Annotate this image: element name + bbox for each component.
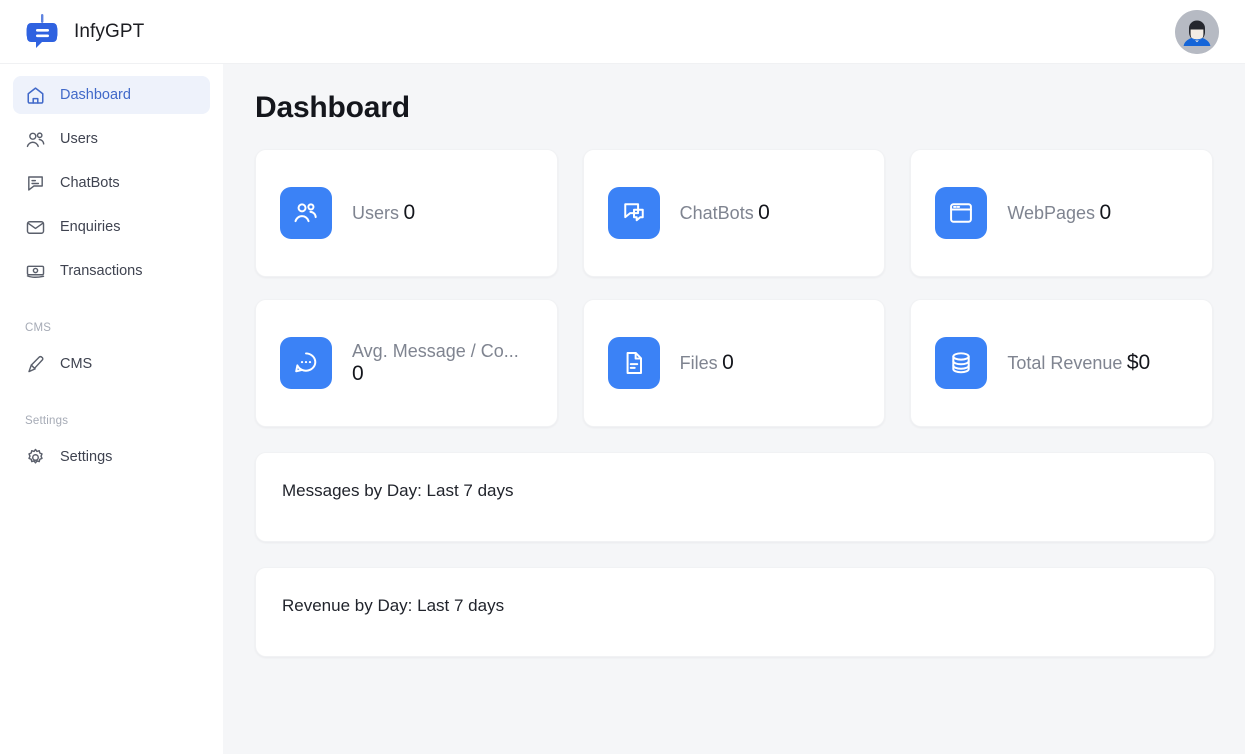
sidebar-item-chatbots[interactable]: ChatBots — [13, 164, 210, 202]
home-icon — [25, 85, 46, 106]
sidebar-section-cms: CMS — [25, 322, 52, 334]
sidebar-section-settings: Settings — [25, 415, 69, 427]
revenue-by-day-panel: Revenue by Day: Last 7 days — [255, 567, 1215, 657]
sidebar-item-label: Settings — [60, 449, 113, 465]
top-bar: InfyGPT — [0, 0, 1245, 64]
users-icon — [280, 187, 332, 239]
stat-card-label: Files — [679, 353, 718, 373]
stat-card-label: Avg. Message / Co... — [352, 340, 519, 361]
gear-icon — [25, 447, 46, 468]
file-document-icon — [607, 337, 660, 389]
sidebar-item-label: Enquiries — [60, 219, 121, 235]
sidebar-item-dashboard[interactable]: Dashboard — [13, 76, 210, 114]
brand-name: InfyGPT — [74, 21, 145, 42]
sidebar-item-label: Transactions — [60, 263, 143, 279]
sidebar-item-label: CMS — [60, 356, 93, 372]
body-row: Dashboard Users ChatBots Enquiries Trans… — [0, 64, 1245, 754]
stat-card-value: 0 — [758, 201, 770, 224]
banknote-icon — [25, 261, 46, 282]
page-title: Dashboard — [255, 91, 410, 124]
database-coins-icon — [935, 337, 988, 389]
main-content: Dashboard Users 0 ChatBots 0 WebPages 0 … — [223, 64, 1245, 754]
stat-card-webpages[interactable]: WebPages 0 — [910, 149, 1213, 277]
panel-title: Revenue by Day: Last 7 days — [282, 596, 505, 615]
stat-card-users[interactable]: Users 0 — [255, 149, 558, 277]
stat-card-value: 0 — [722, 351, 734, 374]
chat-bubble-icon — [607, 187, 660, 239]
chatbot-logo-icon — [22, 12, 62, 52]
stat-card-label: ChatBots — [679, 203, 754, 223]
stat-card-files[interactable]: Files 0 — [582, 299, 886, 427]
sidebar-item-label: Dashboard — [60, 87, 131, 103]
stat-card-total-revenue[interactable]: Total Revenue $0 — [910, 299, 1213, 427]
browser-window-icon — [935, 187, 988, 239]
messages-by-day-panel: Messages by Day: Last 7 days — [255, 452, 1215, 542]
stat-card-value: 0 — [403, 201, 416, 224]
stat-card-label: Total Revenue — [1007, 353, 1123, 373]
sidebar-item-label: ChatBots — [60, 175, 120, 191]
sidebar-item-settings[interactable]: Settings — [13, 438, 210, 476]
stat-card-grid: Users 0 ChatBots 0 WebPages 0 Avg. Messa… — [255, 149, 1213, 427]
sidebar-item-enquiries[interactable]: Enquiries — [13, 208, 210, 246]
user-avatar-icon[interactable] — [1175, 10, 1219, 54]
stat-card-value: $0 — [1126, 351, 1151, 374]
stat-card-chatbots[interactable]: ChatBots 0 — [582, 149, 886, 277]
stat-card-value: 0 — [1099, 201, 1112, 224]
chat-dots-icon — [280, 337, 332, 389]
sidebar-item-users[interactable]: Users — [13, 120, 210, 158]
app-root: InfyGPT Dashboard Users ChatBots Enquiri… — [0, 0, 1245, 754]
stat-card-label: WebPages — [1007, 203, 1096, 223]
stat-card-label: Users — [352, 203, 400, 223]
panel-title: Messages by Day: Last 7 days — [282, 481, 514, 500]
stat-card-avg-message[interactable]: Avg. Message / Co... 0 — [255, 299, 558, 427]
users-icon — [25, 129, 46, 150]
sidebar-item-label: Users — [60, 131, 98, 147]
paintbrush-icon — [25, 354, 46, 375]
sidebar-item-transactions[interactable]: Transactions — [13, 252, 210, 290]
stat-card-value: 0 — [352, 361, 364, 385]
chat-bubble-icon — [25, 173, 46, 194]
envelope-icon — [25, 217, 46, 238]
sidebar: Dashboard Users ChatBots Enquiries Trans… — [0, 64, 223, 754]
brand[interactable]: InfyGPT — [22, 12, 144, 52]
sidebar-item-cms[interactable]: CMS — [13, 345, 210, 383]
